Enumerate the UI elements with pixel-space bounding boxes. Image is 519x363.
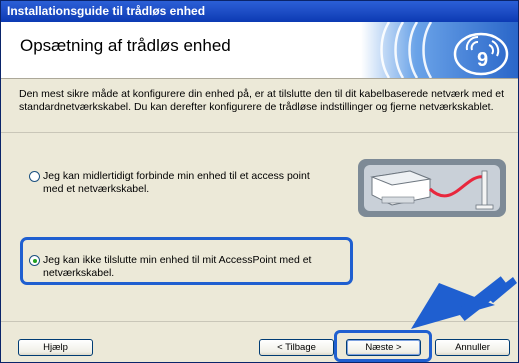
back-button[interactable]: < Tilbage: [259, 339, 334, 356]
cancel-button[interactable]: Annuller: [435, 339, 510, 356]
option-label: Jeg kan midlertidigt forbinde min enhed …: [43, 170, 310, 195]
window-title-bar[interactable]: Installationsguide til trådløs enhed: [1, 1, 518, 22]
printer-cable-illustration: [358, 159, 506, 217]
wizard-header: Opsætning af trådløs enhed 9: [1, 22, 518, 79]
wireless-signal-icon: 9: [361, 22, 518, 78]
radio-button[interactable]: [29, 171, 40, 182]
option-temporary-cable[interactable]: Jeg kan midlertidigt forbinde min enhed …: [29, 170, 329, 196]
option-label: Jeg kan ikke tilslutte min enhed til mit…: [43, 254, 312, 279]
window-title: Installationsguide til trådløs enhed: [7, 4, 206, 18]
svg-text:9: 9: [477, 49, 488, 71]
divider: [1, 132, 518, 133]
radio-selected-dot: [32, 258, 37, 263]
option-no-cable[interactable]: Jeg kan ikke tilslutte min enhed til mit…: [29, 254, 329, 280]
radio-button-selected[interactable]: [29, 255, 40, 266]
next-button-highlight: [334, 330, 432, 362]
installer-window: Installationsguide til trådløs enhed Ops…: [0, 0, 519, 363]
intro-text: Den mest sikre måde at konfigurere din e…: [19, 88, 505, 113]
page-title: Opsætning af trådløs enhed: [20, 36, 231, 55]
help-button[interactable]: Hjælp: [18, 339, 93, 356]
pointer-arrow-icon: [411, 276, 517, 329]
